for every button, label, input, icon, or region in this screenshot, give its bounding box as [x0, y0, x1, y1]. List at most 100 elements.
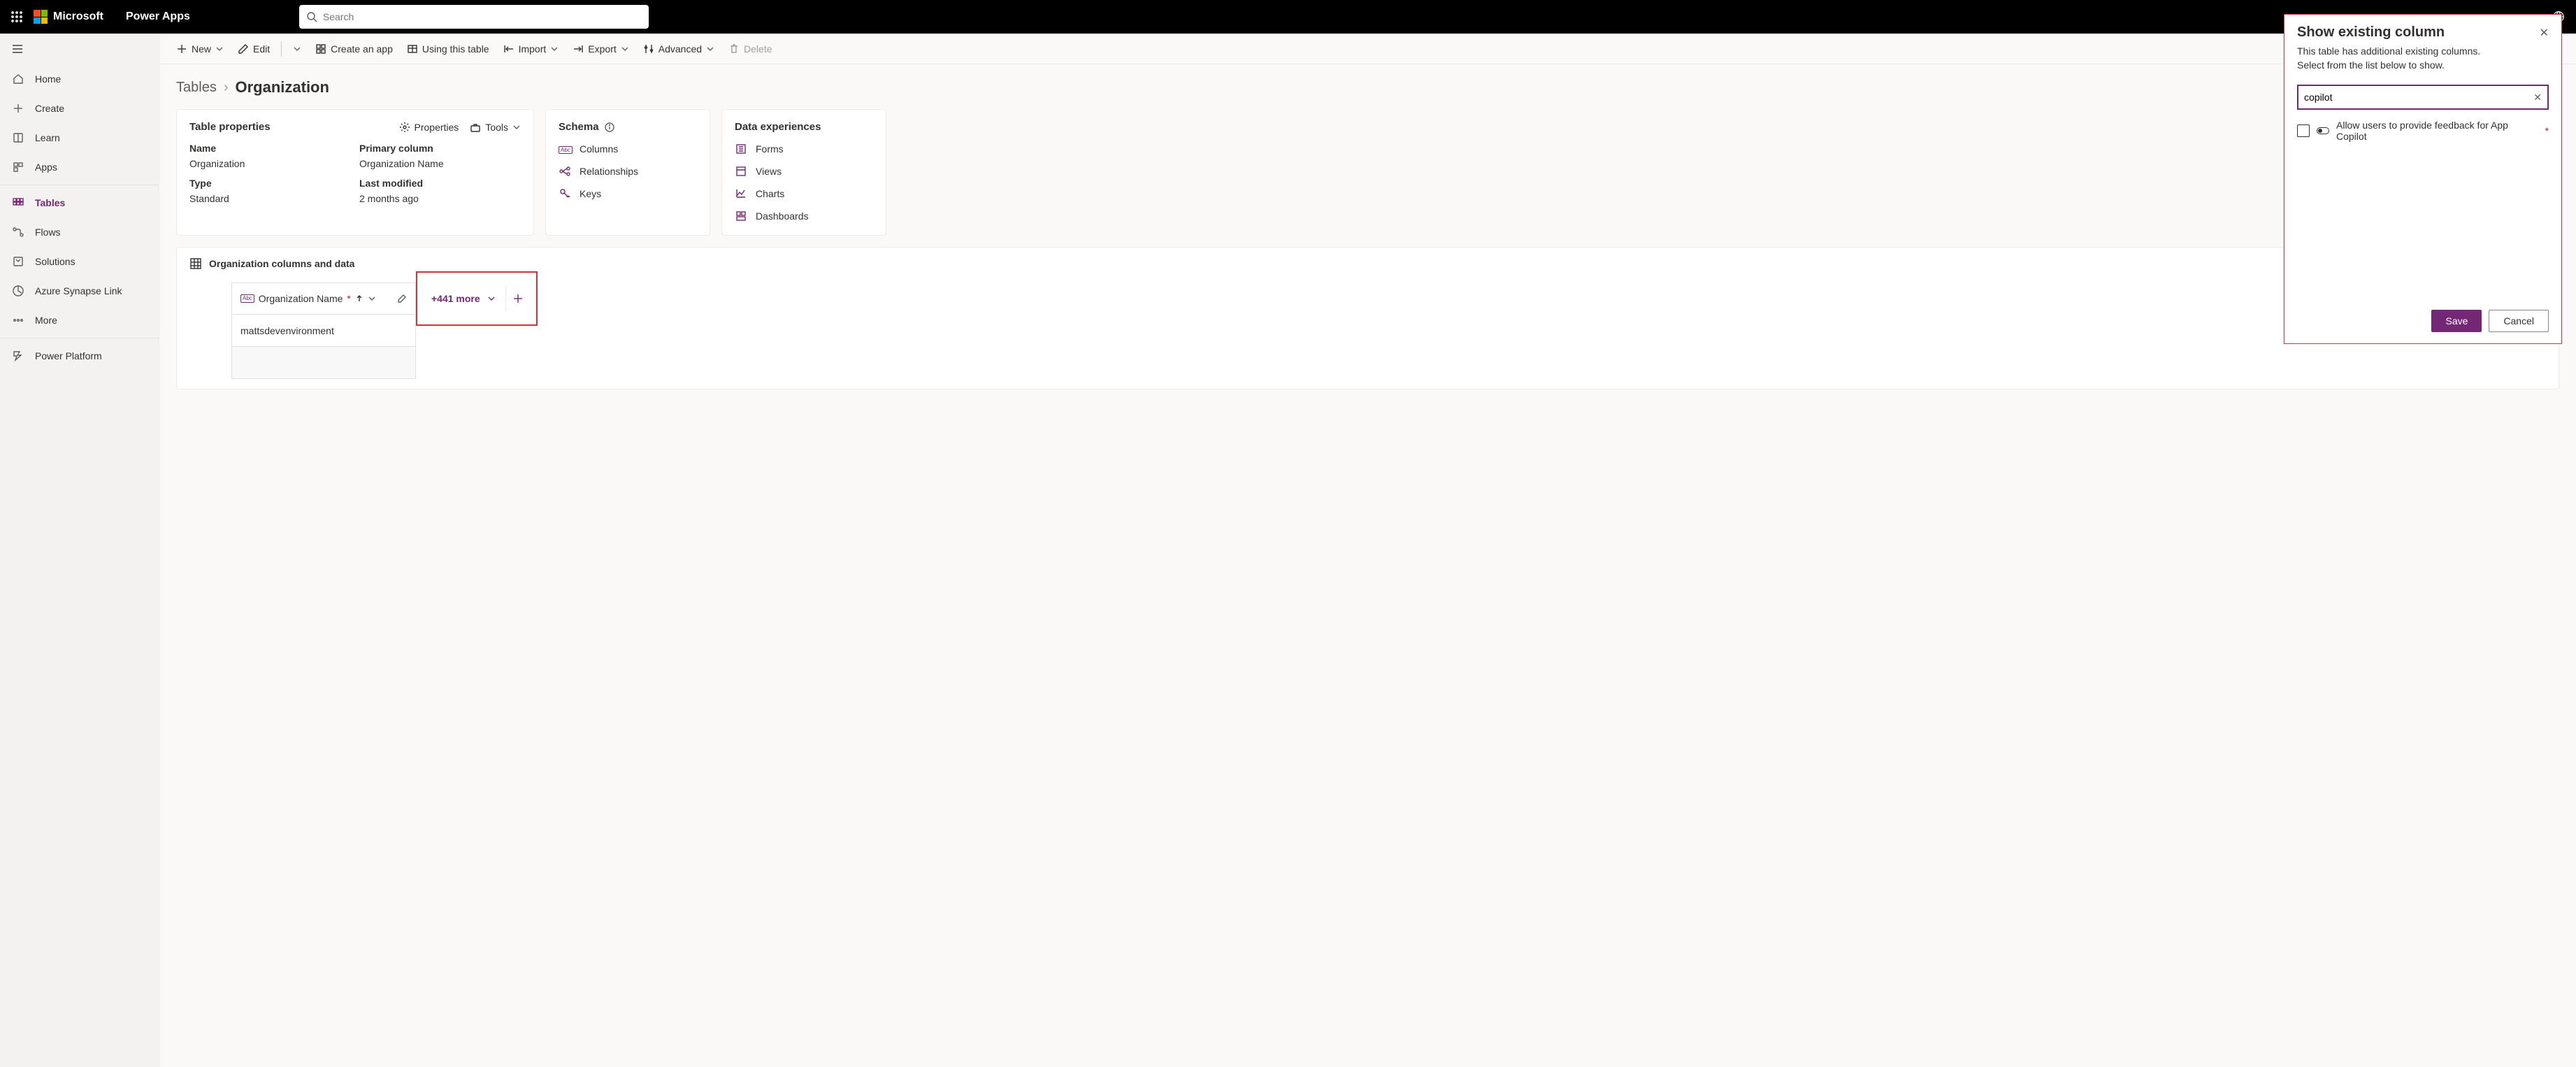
plus-icon: [11, 101, 25, 115]
table-icon: [407, 43, 418, 55]
prop-type-value: Standard: [189, 193, 351, 208]
prop-primary-value: Organization Name: [359, 158, 521, 173]
cmd-edit[interactable]: Edit: [232, 39, 275, 59]
search-icon: [306, 11, 317, 22]
exp-forms[interactable]: Forms: [735, 143, 873, 155]
prop-modified-value: 2 months ago: [359, 193, 521, 208]
table-icon: [11, 196, 25, 210]
chevron-down-icon[interactable]: [368, 294, 376, 303]
sidebar-item-more[interactable]: More: [0, 306, 159, 335]
cancel-button[interactable]: Cancel: [2489, 310, 2549, 332]
cmd-label: Import: [519, 43, 547, 55]
chevron-down-icon: [706, 45, 714, 53]
sidebar-item-apps[interactable]: Apps: [0, 152, 159, 182]
required-indicator: *: [347, 293, 350, 304]
app-launcher-icon[interactable]: [6, 6, 28, 28]
sidebar-label: Home: [35, 73, 61, 85]
app-name: Power Apps: [126, 10, 190, 23]
panel-search-input[interactable]: [2304, 92, 2533, 103]
schema-columns[interactable]: Abc Columns: [559, 143, 697, 155]
panel-search[interactable]: ✕: [2297, 85, 2549, 110]
column-header-orgname[interactable]: Abc Organization Name *: [231, 282, 416, 315]
exp-charts[interactable]: Charts: [735, 187, 873, 200]
add-column-button[interactable]: [505, 286, 531, 311]
exp-dashboards[interactable]: Dashboards: [735, 210, 873, 222]
info-icon[interactable]: [605, 122, 614, 132]
prop-type-label: Type: [189, 178, 351, 189]
coldata-header: Organization columns and data: [189, 257, 2546, 270]
columns-icon: Abc: [559, 143, 571, 155]
cmd-edit-dropdown[interactable]: [287, 41, 307, 57]
data-row[interactable]: mattsdevenvironment: [231, 315, 416, 347]
sidebar: Home Create Learn Apps Tables Flows Solu…: [0, 34, 159, 1067]
sidebar-item-tables[interactable]: Tables: [0, 188, 159, 217]
more-columns-block: +441 more: [416, 271, 538, 326]
search-input[interactable]: [323, 11, 642, 22]
cmd-label: Create an app: [331, 43, 393, 55]
schema-label: Columns: [580, 143, 618, 155]
required-indicator: *: [2545, 125, 2549, 136]
sidebar-item-create[interactable]: Create: [0, 94, 159, 123]
tools-action[interactable]: Tools: [470, 122, 521, 133]
card-title: Table properties: [189, 121, 271, 133]
sidebar-item-solutions[interactable]: Solutions: [0, 247, 159, 276]
breadcrumb-root[interactable]: Tables: [176, 80, 217, 96]
schema-keys[interactable]: Keys: [559, 187, 697, 200]
table-properties-card: Table properties Properties Tools: [176, 109, 534, 236]
global-search[interactable]: [299, 5, 649, 29]
sidebar-item-power-platform[interactable]: Power Platform: [0, 341, 159, 371]
sidebar-label: Tables: [35, 197, 65, 208]
brand-text: Microsoft: [53, 10, 103, 23]
clear-search-icon[interactable]: ✕: [2533, 92, 2542, 103]
flow-icon: [11, 225, 25, 239]
text-type-icon: Abc: [240, 294, 254, 303]
grid-icon: [189, 257, 202, 270]
book-icon: [11, 131, 25, 145]
save-button[interactable]: Save: [2431, 310, 2482, 332]
sidebar-label: Create: [35, 103, 64, 114]
option-label: Allow users to provide feedback for App …: [2336, 120, 2538, 142]
sidebar-label: Solutions: [35, 256, 75, 267]
cmd-export[interactable]: Export: [567, 39, 634, 59]
data-experiences-card: Data experiences Forms Views: [721, 109, 886, 236]
delete-icon: [728, 43, 740, 55]
sidebar-item-learn[interactable]: Learn: [0, 123, 159, 152]
column-name: Organization Name: [259, 293, 343, 304]
breadcrumb: Tables › Organization: [176, 78, 2559, 96]
cmd-label: Edit: [253, 43, 270, 55]
export-icon: [573, 43, 584, 55]
properties-action[interactable]: Properties: [399, 122, 459, 133]
cmd-using-table[interactable]: Using this table: [401, 39, 495, 59]
sidebar-item-home[interactable]: Home: [0, 64, 159, 94]
prop-primary-label: Primary column: [359, 143, 521, 154]
cmd-create-app[interactable]: Create an app: [310, 39, 398, 59]
cmd-new[interactable]: New: [171, 39, 229, 59]
cmd-label: Delete: [744, 43, 772, 55]
top-nav: Microsoft Power Apps: [0, 0, 2576, 34]
more-columns-link[interactable]: +441 more: [431, 293, 480, 304]
cmd-label: New: [192, 43, 211, 55]
option-checkbox[interactable]: [2297, 124, 2310, 137]
exp-views[interactable]: Views: [735, 165, 873, 178]
sidebar-toggle[interactable]: [0, 34, 159, 64]
panel-option-row[interactable]: Allow users to provide feedback for App …: [2297, 120, 2549, 142]
cmd-import[interactable]: Import: [498, 39, 565, 59]
sidebar-label: Power Platform: [35, 350, 102, 361]
app-icon: [315, 43, 326, 55]
show-existing-column-panel: Show existing column ✕ This table has ad…: [2284, 14, 2562, 344]
empty-row[interactable]: [231, 347, 416, 379]
schema-relationships[interactable]: Relationships: [559, 165, 697, 178]
sort-asc-icon: [355, 294, 364, 303]
plus-icon: [176, 43, 187, 55]
sidebar-item-flows[interactable]: Flows: [0, 217, 159, 247]
main: New Edit Create an app Using this table: [159, 34, 2576, 1067]
chevron-down-icon[interactable]: [487, 294, 496, 303]
cmd-advanced[interactable]: Advanced: [638, 39, 720, 59]
edit-pencil-icon[interactable]: [397, 294, 407, 303]
close-icon[interactable]: ✕: [2540, 26, 2549, 40]
cmd-delete[interactable]: Delete: [723, 39, 777, 59]
action-label: Properties: [415, 122, 459, 133]
sidebar-item-synapse[interactable]: Azure Synapse Link: [0, 276, 159, 306]
apps-icon: [11, 160, 25, 174]
home-icon: [11, 72, 25, 86]
